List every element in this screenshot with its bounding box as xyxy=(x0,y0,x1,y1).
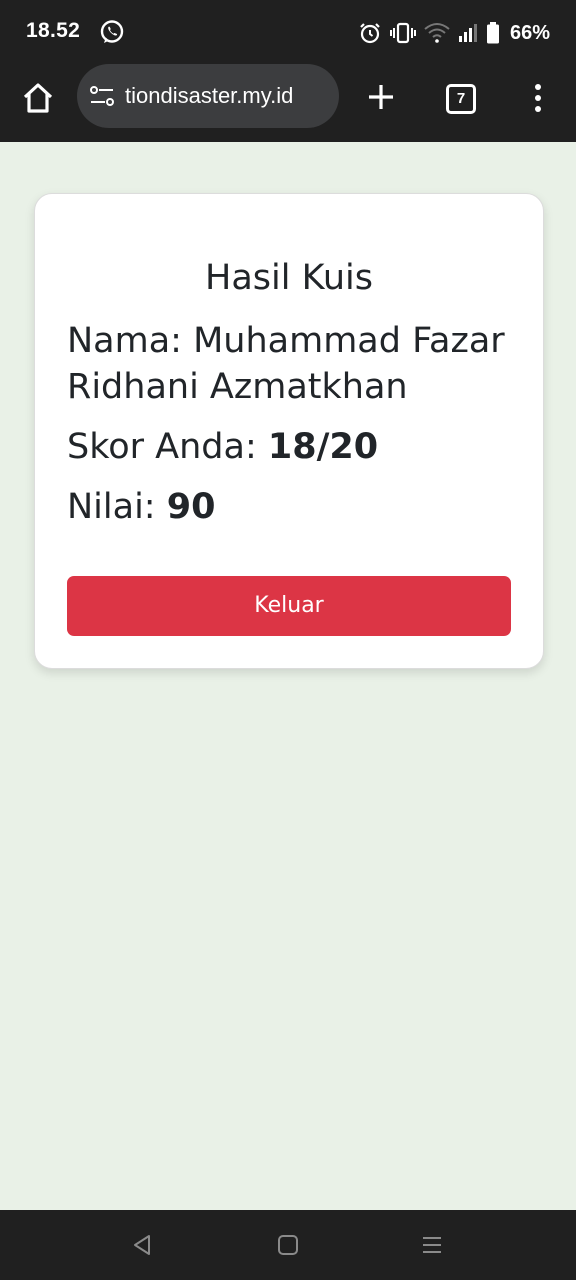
grade-line: Nilai: 90 xyxy=(67,484,517,530)
page-content: Hasil Kuis Nama: Muhammad Fazar Ridhani … xyxy=(0,142,576,1210)
battery-icon xyxy=(486,22,499,44)
name-label: Nama: xyxy=(67,321,182,361)
more-vert-icon[interactable] xyxy=(528,80,548,116)
score-label: Skor Anda: xyxy=(67,427,257,467)
quiz-result-card: Hasil Kuis Nama: Muhammad Fazar Ridhani … xyxy=(34,193,544,669)
score-value: 18/20 xyxy=(267,427,379,467)
home-icon[interactable] xyxy=(20,80,56,116)
name-line: Nama: Muhammad Fazar Ridhani Azmatkhan xyxy=(67,318,517,410)
score-line: Skor Anda: 18/20 xyxy=(67,424,517,470)
alarm-icon xyxy=(360,23,380,44)
battery-percent: 66% xyxy=(509,21,550,44)
whatsapp-icon xyxy=(100,20,124,43)
back-icon[interactable] xyxy=(130,1233,154,1257)
vibrate-icon xyxy=(389,22,416,44)
tabs-count-button[interactable]: 7 xyxy=(446,84,476,114)
browser-toolbar: tiondisaster.my.id 7 xyxy=(0,64,576,142)
grade-label: Nilai: xyxy=(67,487,156,527)
signal-icon xyxy=(458,24,477,42)
status-bar: 18.52 66% xyxy=(0,0,576,64)
wifi-icon xyxy=(424,23,450,43)
plus-icon[interactable] xyxy=(364,80,398,114)
url-bar[interactable]: tiondisaster.my.id xyxy=(77,64,339,128)
page-title: Hasil Kuis xyxy=(205,258,373,298)
grade-value: 90 xyxy=(166,487,216,527)
home-square-icon[interactable] xyxy=(276,1233,300,1257)
status-time: 18.52 xyxy=(26,19,81,42)
url-text[interactable]: tiondisaster.my.id xyxy=(125,83,293,109)
system-nav-bar xyxy=(0,1210,576,1280)
recent-apps-icon[interactable] xyxy=(420,1233,444,1257)
site-settings-icon[interactable] xyxy=(89,83,115,109)
logout-button[interactable]: Keluar xyxy=(67,576,511,636)
